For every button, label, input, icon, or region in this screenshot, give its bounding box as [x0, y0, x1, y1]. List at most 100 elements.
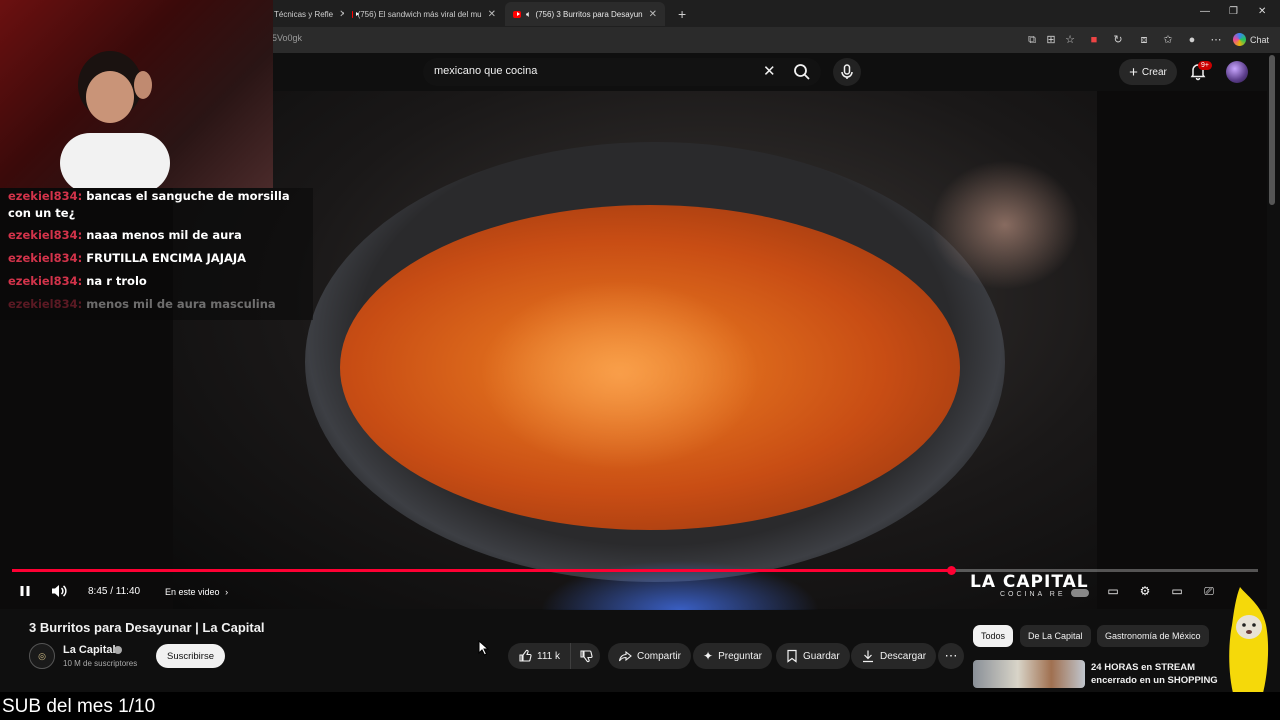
browser-tab[interactable]: Técnicas y Refle ✕	[266, 2, 344, 26]
subscribe-button[interactable]: Suscribirse	[156, 644, 225, 668]
chip-todos[interactable]: Todos	[973, 625, 1014, 647]
download-button[interactable]: Descargar	[851, 643, 937, 669]
browser-tab[interactable]: (756) El sandwich más viral del mu ✕	[344, 2, 504, 26]
like-count: 111 k	[537, 650, 560, 662]
chat-message-fading: ezekiel834: menos mil de aura masculina	[8, 296, 308, 313]
profile-icon[interactable]: ●	[1184, 32, 1200, 48]
cast-icon[interactable]: ⎚	[1200, 584, 1218, 598]
apps-icon[interactable]: ⊞	[1043, 32, 1059, 48]
more-menu-icon[interactable]: ⋯	[1208, 32, 1224, 48]
youtube-favicon-icon	[352, 10, 356, 18]
create-label: Crear	[1141, 66, 1167, 78]
channel-avatar[interactable]: ◎	[29, 643, 55, 669]
streamer-webcam	[0, 0, 273, 188]
account-avatar[interactable]	[1226, 61, 1248, 83]
share-button[interactable]: Compartir	[608, 643, 691, 669]
chat-text: na r trolo	[86, 274, 147, 288]
chat-username: ezekiel834:	[8, 251, 83, 265]
microphone-icon	[841, 64, 853, 79]
chip-de-la-capital[interactable]: De La Capital	[1020, 625, 1091, 647]
chat-message: ezekiel834: FRUTILLA ENCIMA JAJAJA	[8, 250, 308, 267]
channel-watermark-sub: COCINA RE	[1000, 591, 1066, 598]
autoplay-toggle[interactable]	[1071, 584, 1089, 598]
hand-image	[930, 160, 1080, 290]
progress-scrubber[interactable]	[947, 566, 956, 575]
like-button[interactable]: 111 k	[508, 643, 570, 669]
time-display: 8:45 / 11:40	[88, 586, 141, 597]
refresh-extension-icon[interactable]: ↻	[1110, 32, 1126, 48]
clear-search-icon[interactable]: ✕	[763, 62, 776, 80]
page-scrollbar[interactable]	[1269, 55, 1275, 205]
channel-name[interactable]: La Capital	[63, 644, 116, 656]
favorite-icon[interactable]: ☆	[1062, 32, 1078, 48]
banana-cat-image	[1229, 587, 1269, 697]
chat-username: ezekiel834:	[8, 274, 83, 288]
tab-label: Técnicas y Refle	[274, 9, 334, 19]
new-tab-button[interactable]: +	[670, 2, 690, 26]
ask-button[interactable]: ✦ Preguntar	[693, 643, 772, 669]
tab-label: (756) 3 Burritos para Desayun	[535, 9, 643, 19]
share-label: Compartir	[637, 650, 681, 662]
ask-label: Preguntar	[718, 650, 762, 662]
mouse-cursor-icon	[478, 640, 490, 656]
thumbs-up-icon	[519, 649, 532, 662]
verified-icon	[114, 646, 122, 654]
extension-icon[interactable]: ■	[1086, 32, 1102, 48]
bookmark-icon	[787, 649, 797, 663]
sauce-foam-image	[480, 280, 760, 470]
chat-username: ezekiel834:	[8, 189, 83, 203]
save-button[interactable]: Guardar	[776, 643, 850, 669]
copilot-icon	[1233, 33, 1246, 46]
copilot-chat-button[interactable]: Chat	[1233, 33, 1269, 46]
settings-gear-icon[interactable]: ⚙	[1136, 584, 1154, 598]
theater-mode-icon[interactable]: ▭	[1168, 584, 1186, 598]
share-icon	[618, 650, 632, 662]
voice-search-button[interactable]	[833, 58, 861, 86]
chat-text: naaa menos mil de aura	[86, 228, 242, 242]
recommendation-thumbnail[interactable]	[973, 660, 1085, 688]
chevron-right-icon: ›	[225, 587, 229, 597]
chapter-label: En este video	[165, 587, 220, 597]
more-actions-icon[interactable]: ⋯	[938, 643, 964, 669]
notification-badge: 9+	[1198, 61, 1212, 70]
search-input[interactable]: mexicano que cocina	[434, 65, 537, 77]
chat-message: ezekiel834: na r trolo	[8, 273, 308, 290]
download-icon	[863, 650, 873, 663]
sub-goal-text: SUB del mes 1/10	[2, 696, 156, 717]
create-button[interactable]: + Crear	[1119, 59, 1177, 85]
minimize-icon[interactable]: —	[1200, 6, 1210, 17]
volume-icon[interactable]	[50, 583, 68, 599]
search-icon[interactable]	[793, 63, 811, 81]
chat-label: Chat	[1250, 34, 1270, 45]
chat-username: ezekiel834:	[8, 297, 83, 311]
recommendation-title[interactable]: 24 HORAS en STREAM encerrado en un SHOPP…	[1091, 661, 1221, 687]
chapters-button[interactable]: En este video ›	[165, 587, 228, 597]
close-tab-icon[interactable]: ✕	[649, 9, 657, 20]
thumbs-down-icon	[580, 650, 593, 663]
close-tab-icon[interactable]: ✕	[488, 9, 496, 20]
video-title: 3 Burritos para Desayunar | La Capital	[29, 620, 265, 635]
sparkle-icon: ✦	[703, 649, 714, 663]
burner-flame-image	[540, 560, 820, 610]
dislike-button[interactable]	[570, 643, 600, 669]
progress-bar-played	[12, 569, 951, 572]
url-field[interactable]: 5Vo0gk	[272, 33, 302, 43]
chat-message: ezekiel834: bancas el sanguche de morsil…	[8, 188, 308, 222]
browser-tab-active[interactable]: 🔈︎ (756) 3 Burritos para Desayun ✕	[505, 2, 665, 26]
close-window-icon[interactable]: ✕	[1258, 6, 1266, 17]
subscriber-count: 10 M de suscriptores	[63, 659, 138, 668]
youtube-favicon-icon	[513, 10, 522, 18]
favorites-bar-icon[interactable]: ✩	[1160, 32, 1176, 48]
pause-icon[interactable]	[18, 584, 32, 598]
translate-icon[interactable]: ⧉	[1024, 32, 1040, 48]
subtitles-icon[interactable]: ▭	[1104, 584, 1122, 598]
chat-message: ezekiel834: naaa menos mil de aura	[8, 227, 308, 244]
tab-groups-icon[interactable]: ⧈	[1136, 32, 1152, 48]
chat-text: FRUTILLA ENCIMA JAJAJA	[86, 251, 247, 265]
chip-gastronomia[interactable]: Gastronomía de México	[1097, 625, 1209, 647]
restore-icon[interactable]: ❐	[1229, 6, 1238, 17]
chat-text: menos mil de aura masculina	[86, 297, 276, 311]
download-label: Descargar	[880, 650, 927, 662]
speaker-icon: 🔈︎	[526, 8, 532, 19]
tab-label: (756) El sandwich más viral del mu	[357, 9, 482, 19]
